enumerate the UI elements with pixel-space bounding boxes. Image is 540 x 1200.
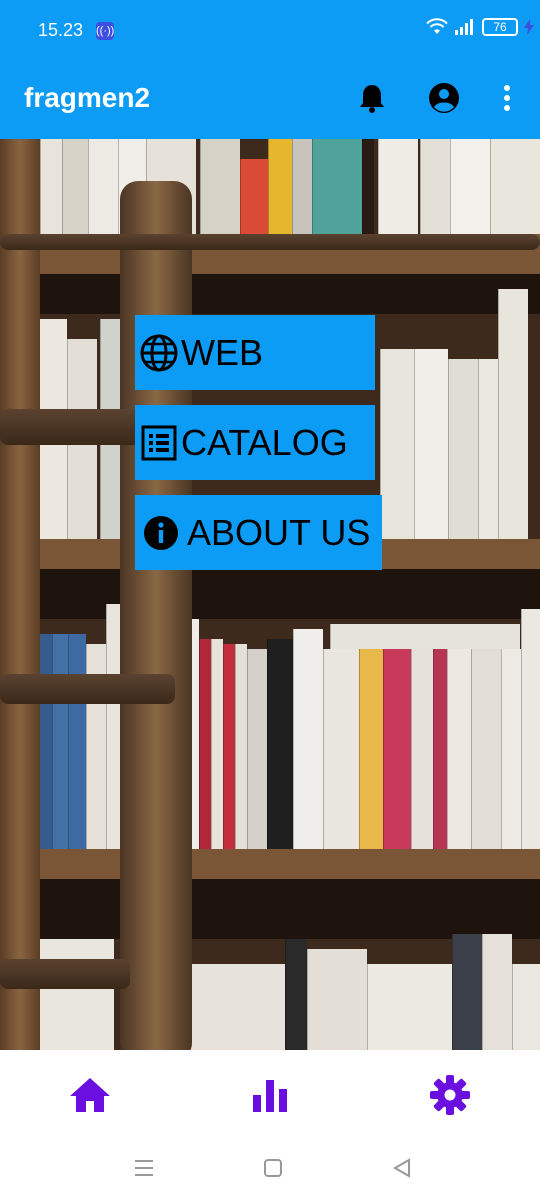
bell-icon[interactable]: [354, 80, 390, 116]
info-icon: [141, 513, 181, 553]
charging-icon: [524, 19, 534, 35]
catalog-menu-label: CATALOG: [181, 421, 348, 463]
bar-chart-icon: [253, 1080, 287, 1112]
globe-icon: [139, 333, 179, 373]
battery-icon: 76: [482, 18, 518, 36]
stats-nav-button[interactable]: [245, 1070, 295, 1120]
wifi-icon: [426, 18, 448, 34]
more-vert-icon[interactable]: [489, 80, 525, 116]
status-bar: 15.23 ((·)) 76: [0, 0, 540, 60]
settings-icon: [430, 1075, 470, 1115]
app-bar: fragmen2: [0, 60, 540, 139]
home-icon: [70, 1078, 110, 1112]
catalog-menu-button[interactable]: CATALOG: [135, 405, 375, 480]
back-triangle-icon[interactable]: [390, 1156, 414, 1180]
app-title: fragmen2: [24, 82, 151, 113]
home-nav-button[interactable]: [65, 1070, 115, 1120]
account-icon[interactable]: [426, 80, 462, 116]
bottom-navigation: [0, 1050, 540, 1140]
web-menu-button[interactable]: WEB: [135, 315, 375, 390]
status-icons: 76: [426, 18, 534, 36]
status-time: 15.23: [38, 20, 84, 40]
web-menu-label: WEB: [181, 331, 264, 373]
hotspot-icon: ((·)): [96, 22, 114, 40]
menu-icon[interactable]: [132, 1156, 156, 1180]
home-square-icon[interactable]: [261, 1156, 285, 1180]
system-navigation-bar: [0, 1140, 540, 1200]
about-us-menu-button[interactable]: ABOUT US: [135, 495, 382, 570]
about-us-menu-label: ABOUT US: [187, 511, 371, 553]
signal-icon: [455, 19, 473, 35]
bookshelf-background-image: [0, 139, 540, 1050]
settings-nav-button[interactable]: [425, 1070, 475, 1120]
battery-level: 76: [493, 20, 507, 34]
list-icon: [139, 423, 179, 463]
